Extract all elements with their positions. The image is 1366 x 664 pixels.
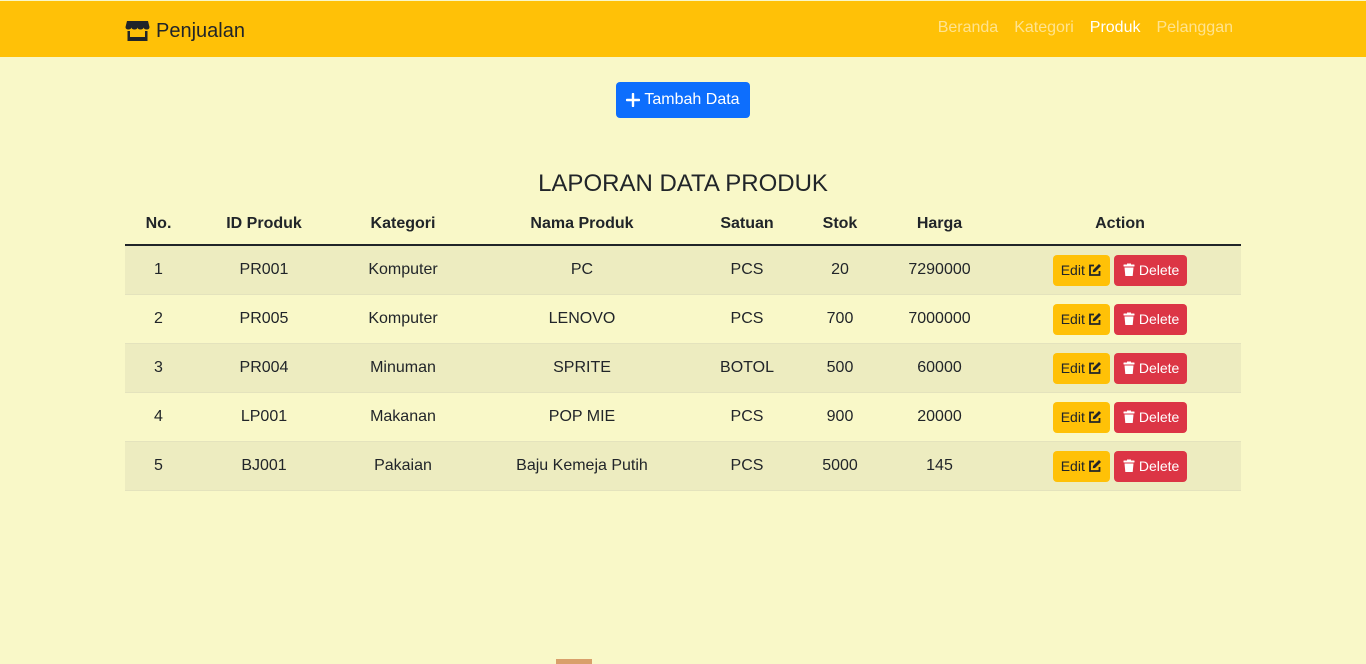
cell-stok: 900: [800, 392, 880, 442]
edit-button[interactable]: Edit: [1052, 352, 1110, 384]
add-data-label: Tambah Data: [644, 91, 740, 108]
cell-stok: 500: [800, 343, 880, 393]
top-navbar: Penjualan Beranda Kategori Produk Pelang…: [0, 1, 1366, 57]
trash-icon: [1122, 410, 1136, 424]
cell-nama: SPRITE: [470, 343, 694, 393]
cell-harga: 7000000: [880, 294, 999, 344]
cell-action: Edit Delete: [999, 294, 1241, 344]
nav-produk[interactable]: Produk: [1090, 19, 1141, 37]
cell-no: 3: [125, 343, 192, 393]
cell-kategori: Pakaian: [336, 441, 470, 491]
cell-satuan: PCS: [694, 392, 800, 442]
delete-button[interactable]: Delete: [1113, 401, 1188, 433]
cell-nama: POP MIE: [470, 392, 694, 442]
cell-nama: PC: [470, 245, 694, 295]
cell-stok: 5000: [800, 441, 880, 491]
cell-id: BJ001: [192, 441, 336, 491]
trash-icon: [1122, 361, 1136, 375]
cell-id: LP001: [192, 392, 336, 442]
cell-no: 2: [125, 294, 192, 344]
edit-label: Edit: [1060, 360, 1085, 376]
delete-label: Delete: [1138, 311, 1180, 327]
report-title: LAPORAN DATA PRODUK: [538, 170, 828, 197]
cell-nama: LENOVO: [470, 294, 694, 344]
nav-links: Beranda Kategori Produk Pelanggan: [938, 19, 1233, 37]
pencil-square-icon: [1088, 263, 1102, 277]
edit-button[interactable]: Edit: [1052, 303, 1110, 335]
edit-button[interactable]: Edit: [1052, 254, 1110, 286]
plus-icon: [626, 93, 641, 107]
cell-nama: Baju Kemeja Putih: [470, 441, 694, 491]
pencil-square-icon: [1088, 459, 1102, 473]
table-row: 1 PR001 Komputer PC PCS 20 7290000 Edit …: [125, 245, 1241, 295]
pencil-square-icon: [1088, 361, 1102, 375]
header-harga: Harga: [880, 203, 999, 246]
cell-id: PR005: [192, 294, 336, 344]
pencil-square-icon: [1088, 312, 1102, 326]
nav-pelanggan[interactable]: Pelanggan: [1156, 19, 1233, 37]
cell-kategori: Minuman: [336, 343, 470, 393]
cell-harga: 60000: [880, 343, 999, 393]
brand-label: Penjualan: [156, 19, 245, 42]
shop-icon: [125, 20, 150, 42]
cell-kategori: Komputer: [336, 294, 470, 344]
header-id-produk: ID Produk: [192, 203, 336, 246]
delete-label: Delete: [1138, 409, 1180, 425]
header-kategori: Kategori: [336, 203, 470, 246]
edit-button[interactable]: Edit: [1052, 401, 1110, 433]
pencil-square-icon: [1088, 410, 1102, 424]
cell-satuan: PCS: [694, 245, 800, 295]
nav-kategori[interactable]: Kategori: [1014, 19, 1074, 37]
cell-stok: 20: [800, 245, 880, 295]
bottom-edge-marker: [556, 659, 592, 664]
cell-id: PR004: [192, 343, 336, 393]
cell-action: Edit Delete: [999, 343, 1241, 393]
cell-harga: 7290000: [880, 245, 999, 295]
cell-no: 5: [125, 441, 192, 491]
delete-button[interactable]: Delete: [1113, 254, 1188, 286]
header-no: No.: [125, 203, 192, 246]
cell-id: PR001: [192, 245, 336, 295]
cell-satuan: PCS: [694, 441, 800, 491]
cell-action: Edit Delete: [999, 392, 1241, 442]
delete-label: Delete: [1138, 360, 1180, 376]
cell-kategori: Komputer: [336, 245, 470, 295]
trash-icon: [1122, 263, 1136, 277]
delete-button[interactable]: Delete: [1113, 450, 1188, 482]
cell-kategori: Makanan: [336, 392, 470, 442]
table-header-row: No. ID Produk Kategori Nama Produk Satua…: [125, 203, 1241, 246]
edit-button[interactable]: Edit: [1052, 450, 1110, 482]
trash-icon: [1122, 459, 1136, 473]
cell-action: Edit Delete: [999, 245, 1241, 295]
cell-stok: 700: [800, 294, 880, 344]
cell-satuan: BOTOL: [694, 343, 800, 393]
add-data-button[interactable]: Tambah Data: [616, 82, 750, 118]
delete-button[interactable]: Delete: [1113, 303, 1188, 335]
edit-label: Edit: [1060, 409, 1085, 425]
cell-no: 1: [125, 245, 192, 295]
header-nama-produk: Nama Produk: [470, 203, 694, 246]
edit-label: Edit: [1060, 311, 1085, 327]
cell-harga: 145: [880, 441, 999, 491]
cell-action: Edit Delete: [999, 441, 1241, 491]
delete-button[interactable]: Delete: [1113, 352, 1188, 384]
cell-harga: 20000: [880, 392, 999, 442]
table-row: 3 PR004 Minuman SPRITE BOTOL 500 60000 E…: [125, 343, 1241, 393]
brand[interactable]: Penjualan: [125, 17, 245, 45]
delete-label: Delete: [1138, 458, 1180, 474]
header-action: Action: [999, 203, 1241, 246]
table-row: 4 LP001 Makanan POP MIE PCS 900 20000 Ed…: [125, 392, 1241, 442]
table-row: 5 BJ001 Pakaian Baju Kemeja Putih PCS 50…: [125, 441, 1241, 491]
cell-satuan: PCS: [694, 294, 800, 344]
edit-label: Edit: [1060, 262, 1085, 278]
header-satuan: Satuan: [694, 203, 800, 246]
edit-label: Edit: [1060, 458, 1085, 474]
delete-label: Delete: [1138, 262, 1180, 278]
nav-beranda[interactable]: Beranda: [938, 19, 999, 37]
trash-icon: [1122, 312, 1136, 326]
table-row: 2 PR005 Komputer LENOVO PCS 700 7000000 …: [125, 294, 1241, 344]
cell-no: 4: [125, 392, 192, 442]
product-table: No. ID Produk Kategori Nama Produk Satua…: [125, 203, 1241, 491]
header-stok: Stok: [800, 203, 880, 246]
